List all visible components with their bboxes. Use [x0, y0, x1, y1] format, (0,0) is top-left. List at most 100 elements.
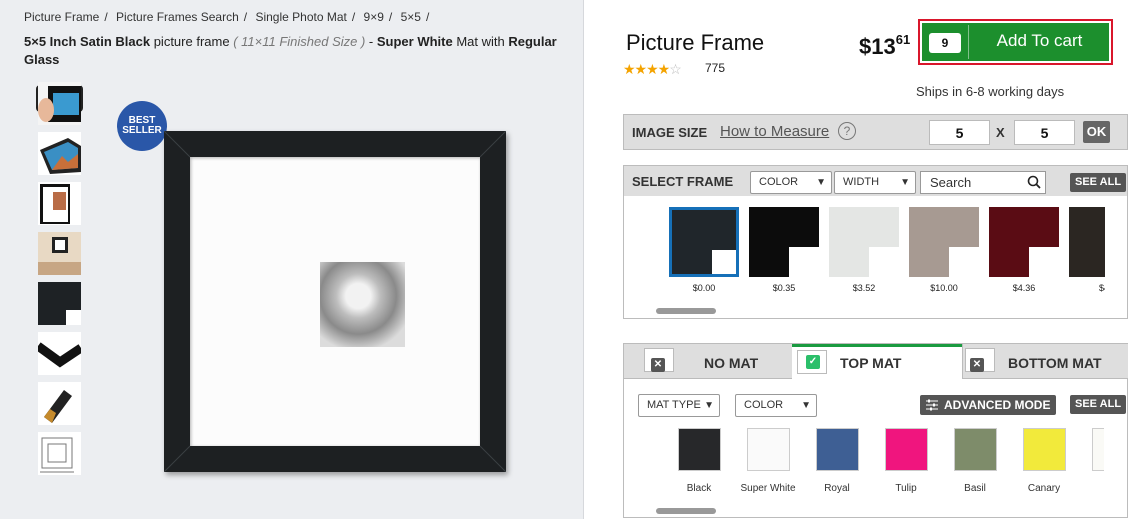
frame-swatch-price: $10.00: [930, 283, 958, 293]
mat-swatch-name: Por: [1078, 483, 1104, 494]
frame-swatch-image: [669, 207, 739, 277]
mat-swatch-color: [746, 428, 790, 471]
thumbnail-list: [36, 82, 83, 482]
add-to-cart-button[interactable]: 9 Add To cart: [922, 23, 1109, 61]
frame-swatch-image: [829, 207, 899, 277]
shipping-info: Ships in 6-8 working days: [916, 84, 1065, 99]
frame-scrollbar[interactable]: [656, 308, 716, 314]
thumbnail-corner-detail[interactable]: [38, 282, 81, 325]
mat-tabs: ✕ NO MAT ✓ TOP MAT ✕ BOTTOM MAT: [624, 344, 1128, 380]
product-title: 5×5 Inch Satin Black picture frame ( 11×…: [24, 34, 557, 67]
frame-search-input[interactable]: Search: [920, 171, 1046, 194]
mat-swatch-name: Black: [686, 483, 712, 494]
size-ok-button[interactable]: OK: [1083, 121, 1110, 143]
search-icon[interactable]: [1027, 175, 1041, 189]
price: $1361: [859, 32, 911, 59]
quantity-input[interactable]: 9: [929, 33, 961, 53]
tab-top-mat[interactable]: ✓ TOP MAT: [792, 344, 962, 380]
check-icon: ✓: [806, 355, 820, 369]
preview-photo: [320, 262, 405, 347]
mat-swatch[interactable]: Basil: [940, 428, 1010, 494]
breadcrumb-picture-frame[interactable]: Picture Frame: [24, 10, 99, 24]
mat-swatch[interactable]: Royal: [802, 428, 872, 494]
mat-swatch[interactable]: Canary: [1009, 428, 1079, 494]
mat-see-all-button[interactable]: SEE ALL: [1070, 395, 1127, 414]
frame-see-all-button[interactable]: SEE ALL: [1070, 173, 1127, 192]
breadcrumb-picture-frames-search[interactable]: Picture Frames Search: [116, 10, 239, 24]
advanced-mode-button[interactable]: ADVANCED MODE: [920, 395, 1057, 415]
add-to-cart-container: 9 Add To cart: [918, 19, 1113, 65]
frame-swatch-image: [989, 207, 1059, 277]
mat-swatch-name: Basil: [964, 483, 986, 494]
mat-swatch-list: Black Super White Royal Tulip Basil Canary Por: [664, 428, 1104, 498]
image-height-input[interactable]: 5: [1014, 120, 1075, 145]
product-preview-area: Picture Frame / Picture Frames Search / Si…: [0, 0, 584, 519]
star-rating[interactable]: ★★★★☆: [623, 61, 682, 78]
mat-swatch[interactable]: Super White: [733, 428, 803, 494]
add-to-cart-label: Add To cart: [996, 31, 1083, 50]
mat-type-select[interactable]: MAT TYPE ▼: [638, 394, 720, 417]
frame-swatch-price: $4.36: [1012, 283, 1036, 293]
advanced-mode-label: ADVANCED MODE: [944, 398, 1051, 412]
breadcrumb-5x5[interactable]: 5×5: [401, 10, 421, 24]
frame-swatch-corner: [712, 250, 736, 274]
frame-swatch-corner: [949, 247, 979, 277]
mat-scrollbar[interactable]: [656, 508, 716, 514]
mat-swatch[interactable]: Por: [1078, 428, 1104, 494]
frame-swatch[interactable]: $4: [1069, 207, 1105, 293]
breadcrumb: Picture Frame / Picture Frames Search / Si…: [24, 10, 430, 24]
tab-bottom-mat[interactable]: ✕ BOTTOM MAT: [962, 344, 1128, 379]
mat-swatch-color: [677, 428, 721, 471]
chevron-down-icon: ▼: [704, 400, 714, 411]
tab-no-mat[interactable]: ✕ NO MAT: [624, 344, 792, 379]
thumbnail-profile-view[interactable]: [38, 332, 81, 375]
mat-swatch-name: Canary: [1027, 483, 1061, 494]
mat-swatch[interactable]: Black: [664, 428, 734, 494]
rating-count[interactable]: 775: [705, 61, 725, 75]
frame-preview: [164, 131, 506, 472]
frame-swatch-price: $0.35: [772, 283, 796, 293]
thumbnail-side-view[interactable]: [38, 182, 81, 225]
frame-swatch[interactable]: $4.36: [989, 207, 1059, 293]
sliders-icon: [926, 399, 938, 411]
mat-swatch-name: Super White: [740, 483, 796, 494]
frame-width-select[interactable]: WIDTH ▼: [834, 171, 916, 194]
thumbnail-hand-held[interactable]: [38, 82, 81, 125]
mat-color-select[interactable]: COLOR ▼: [735, 394, 817, 417]
mat-swatch-color: [884, 428, 928, 471]
frame-swatch[interactable]: $10.00: [909, 207, 979, 293]
breadcrumb-9x9[interactable]: 9×9: [364, 10, 384, 24]
select-frame-label: SELECT FRAME: [632, 174, 734, 189]
frame-swatch-corner: [869, 247, 899, 277]
frame-swatch-corner: [1029, 247, 1059, 277]
breadcrumb-single-photo-mat[interactable]: Single Photo Mat: [255, 10, 346, 24]
frame-swatch-corner: [789, 247, 819, 277]
frame-swatch[interactable]: $0.35: [749, 207, 819, 293]
frame-swatch-price: $3.52: [852, 283, 876, 293]
frame-swatch-list: $0.00 $0.35 $3.52 $10.00 $4.36 $4: [669, 207, 1105, 297]
frame-swatch[interactable]: $0.00: [669, 207, 739, 293]
thumbnail-room-view[interactable]: [38, 232, 81, 275]
image-width-input[interactable]: 5: [929, 120, 990, 145]
close-icon: ✕: [651, 358, 665, 372]
frame-swatch-price: $0.00: [692, 283, 716, 293]
frame-swatch-image: [749, 207, 819, 277]
mat-swatch-name: Tulip: [895, 483, 917, 494]
thumbnail-angle-view[interactable]: [38, 132, 81, 175]
tab-label: TOP MAT: [840, 355, 902, 371]
frame-swatch-image: [909, 207, 979, 277]
select-frame-panel: SELECT FRAME COLOR ▼ WIDTH ▼ Search SEE AL…: [623, 165, 1128, 319]
thumbnail-moulding-sample[interactable]: [38, 382, 81, 425]
page-title: Picture Frame: [626, 30, 765, 55]
mat-swatch[interactable]: Tulip: [871, 428, 941, 494]
mat-swatch-name: Royal: [824, 483, 850, 494]
frame-swatch[interactable]: $3.52: [829, 207, 899, 293]
mat-swatch-color: [953, 428, 997, 471]
help-icon[interactable]: ?: [838, 122, 856, 140]
image-size-label: IMAGE SIZE: [632, 125, 708, 140]
how-to-measure-link[interactable]: How to Measure: [720, 123, 829, 140]
chevron-down-icon: ▼: [801, 400, 811, 411]
thumbnail-dimension-diagram[interactable]: [38, 432, 81, 475]
mat-preview: [190, 157, 480, 446]
frame-color-select[interactable]: COLOR ▼: [750, 171, 832, 194]
